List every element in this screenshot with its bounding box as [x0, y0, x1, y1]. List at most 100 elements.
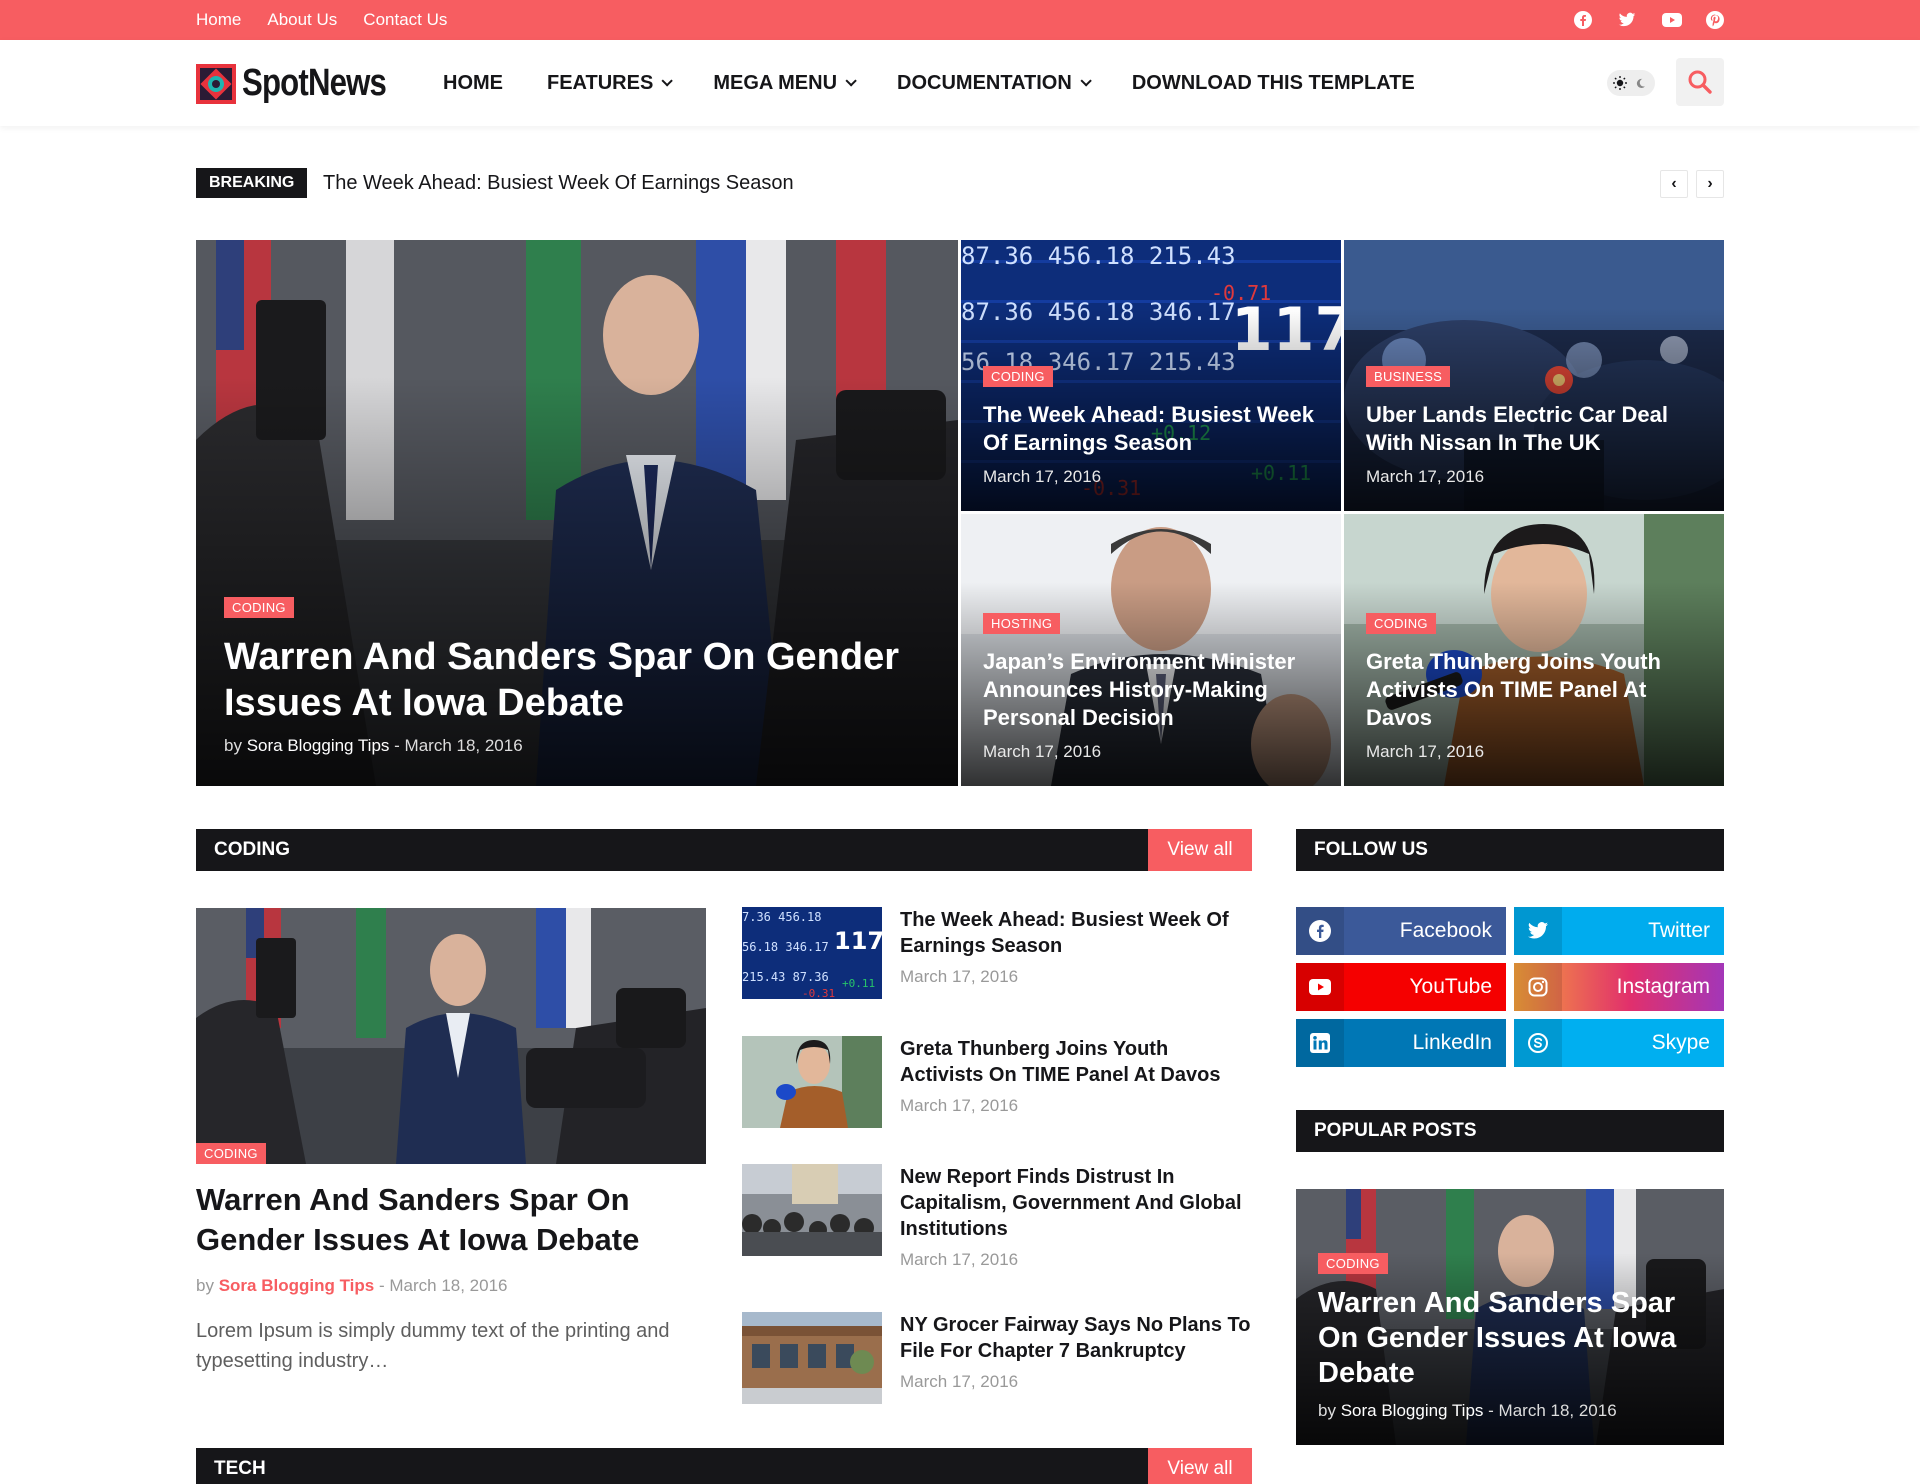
meta-sep: -	[394, 736, 400, 755]
featured-post-3[interactable]: HOSTING Japan’s Environment Minister Ann…	[961, 514, 1341, 786]
pinterest-icon[interactable]	[1706, 11, 1724, 29]
list-item-date: March 17, 2016	[900, 1372, 1019, 1391]
featured-main-post[interactable]: CODING Warren And Sanders Spar On Gender…	[196, 240, 958, 786]
featured-post-4[interactable]: CODING Greta Thunberg Joins Youth Activi…	[1344, 514, 1724, 786]
youtube-label: YouTube	[1409, 975, 1492, 998]
meta-author[interactable]: Sora Blogging Tips	[1341, 1401, 1484, 1420]
list-item-date: March 17, 2016	[900, 1096, 1019, 1115]
search-button[interactable]	[1676, 58, 1724, 106]
featured-post-4-title[interactable]: Greta Thunberg Joins Youth Activists On …	[1366, 648, 1704, 732]
svg-text:+0.11: +0.11	[842, 977, 875, 990]
meta-date: March 18, 2016	[389, 1276, 508, 1295]
nav-home[interactable]: HOME	[443, 72, 503, 95]
facebook-follow-button[interactable]: Facebook	[1296, 907, 1506, 955]
list-item-title[interactable]: NY Grocer Fairway Says No Plans To File …	[900, 1312, 1252, 1364]
linkedin-follow-button[interactable]: LinkedIn	[1296, 1019, 1506, 1067]
popular-post-info: CODING Warren And Sanders Spar On Gender…	[1318, 1253, 1704, 1421]
top-social	[1574, 0, 1724, 40]
chevron-right-icon[interactable]: ›	[1696, 170, 1724, 198]
list-item-text: The Week Ahead: Busiest Week Of Earnings…	[900, 907, 1252, 987]
coding-section-header: CODING View all	[196, 829, 1252, 871]
chevron-left-icon[interactable]: ‹	[1660, 170, 1688, 198]
category-badge[interactable]: CODING	[983, 366, 1053, 387]
skype-follow-button[interactable]: Skype	[1514, 1019, 1724, 1067]
popular-post-title[interactable]: Warren And Sanders Spar On Gender Issues…	[1318, 1286, 1704, 1391]
nav-mega-menu[interactable]: MEGA MENU	[713, 72, 857, 95]
youtube-icon[interactable]	[1662, 11, 1682, 29]
svg-text:7.36 456.18: 7.36 456.18	[742, 910, 821, 924]
svg-text:-0.31: -0.31	[802, 987, 835, 999]
category-badge[interactable]: CODING	[196, 1143, 266, 1164]
skype-label: Skype	[1651, 1031, 1710, 1054]
follow-us-header: FOLLOW US	[1296, 829, 1724, 871]
nav-features-label: FEATURES	[547, 71, 654, 94]
main-header: SpotNews HOME FEATURES MEGA MENU DOCUMEN…	[0, 40, 1920, 126]
featured-post-3-title[interactable]: Japan’s Environment Minister Announces H…	[983, 648, 1321, 732]
featured-main-title[interactable]: Warren And Sanders Spar On Gender Issues…	[224, 634, 938, 726]
list-item-title[interactable]: Greta Thunberg Joins Youth Activists On …	[900, 1036, 1252, 1088]
coding-main-meta: by Sora Blogging Tips - March 18, 2016	[196, 1276, 508, 1296]
facebook-icon[interactable]	[1574, 11, 1592, 29]
twitter-follow-button[interactable]: Twitter	[1514, 907, 1724, 955]
facebook-label: Facebook	[1399, 919, 1492, 942]
category-badge[interactable]: HOSTING	[983, 613, 1061, 634]
meta-author[interactable]: Sora Blogging Tips	[219, 1276, 375, 1295]
logo-icon	[196, 63, 236, 104]
featured-post-2[interactable]: BUSINESS Uber Lands Electric Car Deal Wi…	[1344, 240, 1724, 511]
breaking-headline[interactable]: The Week Ahead: Busiest Week Of Earnings…	[323, 172, 794, 195]
svg-text:215.43 87.36: 215.43 87.36	[742, 970, 829, 984]
top-link-about[interactable]: About Us	[267, 10, 337, 30]
nav-documentation[interactable]: DOCUMENTATION	[897, 72, 1092, 95]
list-item-thumbnail[interactable]: 7.36 456.18 56.18 346.17 215.43 87.36 117.…	[742, 907, 882, 999]
category-badge[interactable]: CODING	[1318, 1253, 1388, 1274]
featured-post-4-info: CODING Greta Thunberg Joins Youth Activi…	[1366, 613, 1704, 762]
featured-post-1[interactable]: 87.36 456.18 215.43 87.36 456.18 346.17 …	[961, 240, 1341, 511]
featured-post-2-date: March 17, 2016	[1366, 467, 1485, 486]
meta-date: March 18, 2016	[1498, 1401, 1617, 1420]
category-badge[interactable]: CODING	[224, 597, 294, 618]
instagram-icon	[1514, 963, 1562, 1011]
category-badge[interactable]: CODING	[1366, 613, 1436, 634]
coding-view-all-button[interactable]: View all	[1148, 829, 1252, 871]
tech-view-all-button[interactable]: View all	[1148, 1448, 1252, 1484]
instagram-follow-button[interactable]: Instagram	[1514, 963, 1724, 1011]
top-link-home[interactable]: Home	[196, 10, 241, 30]
svg-text:-0.71: -0.71	[1211, 281, 1271, 305]
list-item-thumbnail[interactable]	[742, 1312, 882, 1404]
list-item-title[interactable]: The Week Ahead: Busiest Week Of Earnings…	[900, 907, 1252, 959]
chevron-down-icon	[661, 75, 674, 87]
list-item-title[interactable]: New Report Finds Distrust In Capitalism,…	[900, 1164, 1252, 1242]
theme-toggle[interactable]	[1607, 70, 1655, 96]
twitter-icon	[1514, 907, 1562, 955]
breaking-arrows: ‹ ›	[1660, 170, 1724, 198]
featured-main-info: CODING Warren And Sanders Spar On Gender…	[224, 597, 938, 756]
top-link-contact[interactable]: Contact Us	[363, 10, 447, 30]
site-logo[interactable]: SpotNews	[196, 62, 418, 105]
meta-by: by	[1318, 1401, 1336, 1420]
top-bar: Home About Us Contact Us	[0, 0, 1920, 40]
twitter-label: Twitter	[1648, 919, 1710, 942]
chevron-down-icon	[845, 75, 857, 87]
tech-section-title[interactable]: TECH	[214, 1448, 266, 1484]
follow-us-title: FOLLOW US	[1314, 839, 1428, 860]
coding-main-title[interactable]: Warren And Sanders Spar On Gender Issues…	[196, 1180, 706, 1260]
linkedin-icon	[1296, 1019, 1344, 1067]
twitter-icon[interactable]	[1618, 11, 1636, 29]
coding-section-title[interactable]: CODING	[214, 829, 290, 871]
meta-author[interactable]: Sora Blogging Tips	[247, 736, 390, 755]
list-item-thumbnail[interactable]	[742, 1164, 882, 1256]
youtube-follow-button[interactable]: YouTube	[1296, 963, 1506, 1011]
category-badge[interactable]: BUSINESS	[1366, 366, 1451, 387]
nav-download-template[interactable]: DOWNLOAD THIS TEMPLATE	[1132, 72, 1415, 95]
featured-post-1-date: March 17, 2016	[983, 467, 1102, 486]
youtube-icon	[1296, 963, 1344, 1011]
featured-post-1-title[interactable]: The Week Ahead: Busiest Week Of Earnings…	[983, 401, 1321, 457]
featured-post-2-title[interactable]: Uber Lands Electric Car Deal With Nissan…	[1366, 401, 1704, 457]
list-item-thumbnail[interactable]	[742, 1036, 882, 1128]
popular-post[interactable]: CODING Warren And Sanders Spar On Gender…	[1296, 1189, 1724, 1445]
coding-main-snippet: Lorem Ipsum is simply dummy text of the …	[196, 1320, 670, 1372]
list-item-text: New Report Finds Distrust In Capitalism,…	[900, 1164, 1252, 1270]
featured-post-3-info: HOSTING Japan’s Environment Minister Ann…	[983, 613, 1321, 762]
coding-main-image[interactable]	[196, 908, 706, 1164]
nav-features[interactable]: FEATURES	[547, 71, 674, 95]
